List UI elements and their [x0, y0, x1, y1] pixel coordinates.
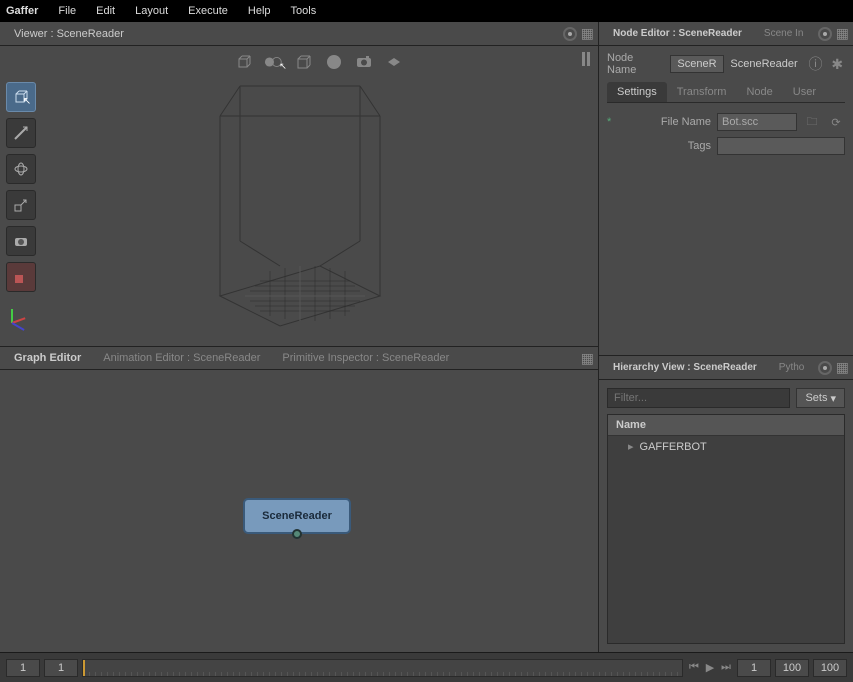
- timeline-start-input[interactable]: [6, 659, 40, 677]
- menu-file[interactable]: File: [58, 5, 76, 17]
- subtab-node[interactable]: Node: [736, 82, 782, 102]
- tab-animation-editor[interactable]: Animation Editor : SceneReader: [93, 348, 270, 368]
- tab-node-editor[interactable]: Node Editor : SceneReader: [603, 24, 752, 43]
- node-editor-subtabs: Settings Transform Node User: [607, 82, 845, 103]
- layout-grid-icon[interactable]: ▦: [836, 25, 849, 42]
- refresh-icon[interactable]: ⟳: [827, 113, 845, 131]
- hierarchy-tabbar: Hierarchy View : SceneReader Pytho ▦: [599, 356, 853, 380]
- skip-end-icon[interactable]: ⏭: [719, 661, 733, 675]
- pin-icon[interactable]: [563, 27, 577, 41]
- tags-label: Tags: [621, 140, 711, 152]
- settings-content: * File Name 🗀 ⟳ Tags: [607, 103, 845, 171]
- viewer-tabbar: Viewer : SceneReader ▦: [0, 22, 598, 46]
- tool-scale[interactable]: [6, 190, 36, 220]
- node-editor-body: Node Name SceneReader ⓘ ✱ Settings Trans…: [599, 46, 853, 355]
- tab-graph-editor[interactable]: Graph Editor: [4, 348, 91, 368]
- scale-icon: [13, 197, 29, 213]
- timeline-track[interactable]: [82, 659, 683, 677]
- node-scenereader[interactable]: SceneReader: [243, 498, 351, 534]
- chevron-down-icon: ▾: [830, 392, 836, 405]
- hierarchy-filter-input[interactable]: [607, 388, 790, 408]
- translate-icon: [13, 125, 29, 141]
- layout-grid-icon[interactable]: ▦: [581, 350, 594, 367]
- tool-crop[interactable]: [6, 262, 36, 292]
- timeline-cursor[interactable]: [83, 660, 85, 676]
- tool-translate[interactable]: [6, 118, 36, 148]
- hierarchy-body: Sets ▾ Name ▸ GAFFERBOT: [599, 380, 853, 652]
- app-name: Gaffer: [6, 5, 38, 17]
- menu-edit[interactable]: Edit: [96, 5, 115, 17]
- required-indicator: *: [607, 116, 615, 128]
- tool-rotate[interactable]: [6, 154, 36, 184]
- expand-icon[interactable]: ▸: [628, 440, 634, 453]
- hierarchy-tree: Name ▸ GAFFERBOT: [607, 414, 845, 644]
- menu-layout[interactable]: Layout: [135, 5, 168, 17]
- timeline-range-end-input[interactable]: [813, 659, 847, 677]
- skip-start-icon[interactable]: ⏮: [687, 661, 701, 675]
- layout-grid-icon[interactable]: ▦: [581, 25, 594, 42]
- main-area: Viewer : SceneReader ▦ ↖: [0, 22, 853, 652]
- rotate-icon: [13, 161, 29, 177]
- camera-icon: [13, 233, 29, 249]
- viewer-canvas[interactable]: ↖: [40, 46, 598, 346]
- subtab-transform[interactable]: Transform: [667, 82, 737, 102]
- timeline-end-input[interactable]: [775, 659, 809, 677]
- node-label: SceneReader: [262, 510, 332, 522]
- tool-select[interactable]: ↖: [6, 82, 36, 112]
- graph-editor-canvas[interactable]: SceneReader: [0, 370, 598, 652]
- subtab-settings[interactable]: Settings: [607, 82, 667, 102]
- graph-tabbar: Graph Editor Animation Editor : SceneRea…: [0, 346, 598, 370]
- node-output-port[interactable]: [292, 529, 302, 539]
- menu-help[interactable]: Help: [248, 5, 271, 17]
- file-name-input[interactable]: [717, 113, 797, 131]
- layout-grid-icon[interactable]: ▦: [836, 359, 849, 376]
- tab-primitive-inspector[interactable]: Primitive Inspector : SceneReader: [272, 348, 459, 368]
- right-column: Node Editor : SceneReader Scene In ▦ Nod…: [598, 22, 853, 652]
- node-editor-tabbar: Node Editor : SceneReader Scene In ▦: [599, 22, 853, 46]
- folder-icon[interactable]: 🗀: [803, 113, 821, 131]
- sets-label: Sets: [805, 392, 827, 404]
- tree-item-label: GAFFERBOT: [640, 441, 707, 453]
- sets-button[interactable]: Sets ▾: [796, 388, 845, 408]
- tags-input[interactable]: [717, 137, 845, 155]
- node-name-label: Node Name: [607, 52, 664, 76]
- menu-bar: Gaffer File Edit Layout Execute Help Too…: [0, 0, 853, 22]
- menu-execute[interactable]: Execute: [188, 5, 228, 17]
- tab-hierarchy-view[interactable]: Hierarchy View : SceneReader: [603, 358, 767, 377]
- hierarchy-view-panel: Hierarchy View : SceneReader Pytho ▦ Set…: [599, 356, 853, 652]
- gear-icon[interactable]: ✱: [829, 56, 845, 72]
- tree-row[interactable]: ▸ GAFFERBOT: [608, 436, 844, 457]
- viewer-left-toolbar: ↖: [0, 46, 40, 346]
- menu-tools[interactable]: Tools: [291, 5, 317, 17]
- timeline-current-input[interactable]: [44, 659, 78, 677]
- info-icon[interactable]: ⓘ: [808, 56, 824, 72]
- tab-python[interactable]: Pytho: [769, 358, 815, 377]
- node-editor-panel: Node Editor : SceneReader Scene In ▦ Nod…: [599, 22, 853, 356]
- node-name-input[interactable]: [670, 55, 724, 73]
- timeline-play-current-input[interactable]: [737, 659, 771, 677]
- subtab-user[interactable]: User: [783, 82, 826, 102]
- timeline: ⏮ ▶ ⏭: [0, 652, 853, 682]
- viewport-3d: [40, 46, 598, 346]
- crop-icon: [13, 269, 29, 285]
- tool-camera[interactable]: [6, 226, 36, 256]
- left-column: Viewer : SceneReader ▦ ↖: [0, 22, 598, 652]
- timeline-play-controls: ⏮ ▶ ⏭: [687, 661, 733, 675]
- pin-icon[interactable]: [818, 361, 832, 375]
- tree-header-name[interactable]: Name: [608, 415, 844, 436]
- file-name-label: File Name: [621, 116, 711, 128]
- play-icon[interactable]: ▶: [703, 661, 717, 675]
- node-display-name: SceneReader: [730, 58, 797, 70]
- tab-scene-in[interactable]: Scene In: [754, 24, 813, 43]
- tab-viewer[interactable]: Viewer : SceneReader: [4, 24, 134, 44]
- axis-gizmo: [4, 304, 34, 334]
- viewer-panel: ↖: [0, 46, 598, 346]
- pin-icon[interactable]: [818, 27, 832, 41]
